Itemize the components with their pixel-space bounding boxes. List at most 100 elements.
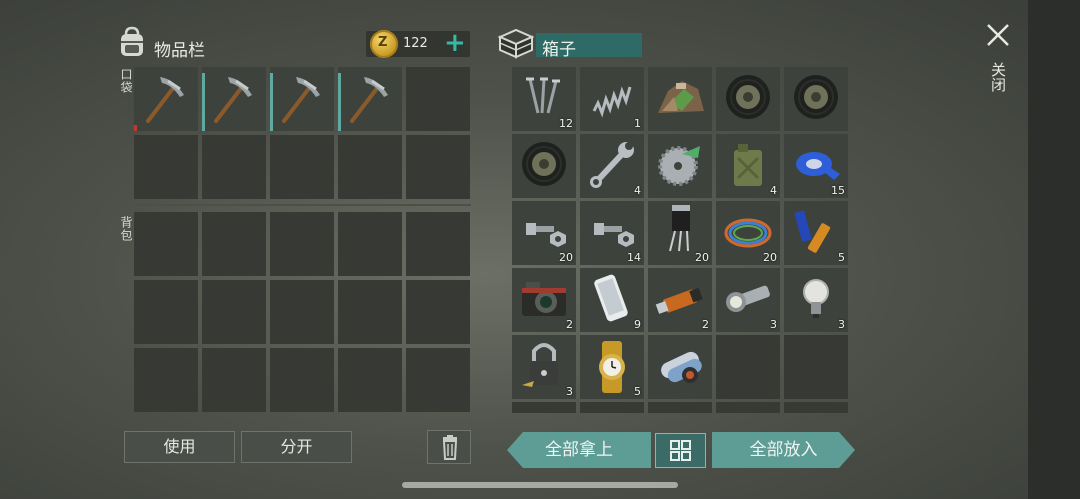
box-slot[interactable] [512,134,576,198]
pocket-slot[interactable] [134,135,198,199]
item-quantity: 3 [838,318,845,331]
item-quantity: 3 [566,385,573,398]
sort-grid-button[interactable] [655,433,706,468]
durability-bar [338,73,341,131]
discard-button[interactable] [427,430,471,464]
box-slot[interactable]: 2 [512,268,576,332]
maps-bundle-icon [661,351,702,383]
backpack-slot[interactable] [270,348,334,412]
pocket-slot[interactable] [270,135,334,199]
box-slot[interactable]: 3 [716,268,780,332]
durability-bar [202,73,205,131]
backpack-slot[interactable] [270,280,334,344]
close-label[interactable]: 关闭 [988,62,1009,92]
item-quantity: 2 [702,318,709,331]
item-quantity: 3 [770,318,777,331]
box-slot[interactable]: 4 [580,134,644,198]
box-slot[interactable] [580,402,644,413]
backpack-slot[interactable] [338,280,402,344]
box-slot[interactable]: 3 [784,268,848,332]
pickaxe-icon [146,77,184,123]
item-quantity: 4 [770,184,777,197]
pickaxe-icon [350,77,388,123]
durability-bar [134,125,137,131]
box-slot[interactable]: 5 [580,335,644,399]
box-slot[interactable] [716,67,780,131]
backpack-slot[interactable] [338,348,402,412]
box-slot[interactable]: 2 [648,268,712,332]
backpack-grid [134,212,470,412]
inventory-title: 物品栏 [154,41,205,61]
home-indicator [402,482,678,488]
pocket-slot[interactable] [338,67,402,131]
box-scroll-area[interactable]: 12 1 4 4 15 20 14 20 20 5 2 9 2 3 3 3 5 [512,67,850,413]
backpack-slot[interactable] [202,280,266,344]
box-slot[interactable] [648,335,712,399]
box-slot[interactable]: 4 [716,134,780,198]
pocket-slot[interactable] [134,67,198,131]
box-title-field[interactable]: 箱子 [536,33,642,60]
use-button[interactable]: 使用 [124,431,235,463]
add-coins-button[interactable]: + [444,28,466,58]
tire-icon [794,75,838,119]
pocket-slot[interactable] [338,135,402,199]
coin-balance: Z 122 + [366,28,470,58]
box-slot[interactable] [716,402,780,413]
pocket-slot[interactable] [202,67,266,131]
put-all-button[interactable]: 全部放入 [712,432,855,468]
box-slot[interactable] [784,402,848,413]
pocket-slot[interactable] [406,135,470,199]
pocket-slot[interactable] [202,135,266,199]
item-quantity: 1 [634,117,641,130]
box-slot[interactable] [648,402,712,413]
backpack-slot[interactable] [406,212,470,276]
box-slot[interactable]: 15 [784,134,848,198]
pocket-grid [134,67,470,199]
box-slot[interactable]: 3 [512,335,576,399]
box-slot[interactable] [648,67,712,131]
backpack-slot[interactable] [338,212,402,276]
backpack-slot[interactable] [202,348,266,412]
take-all-button[interactable]: 全部拿上 [507,432,651,468]
pocket-slot[interactable] [270,67,334,131]
backpack-icon [121,26,143,56]
backpack-slot[interactable] [202,212,266,276]
box-slot[interactable]: 14 [580,201,644,265]
box-slot[interactable]: 20 [512,201,576,265]
box-title: 箱子 [542,40,576,60]
item-quantity: 2 [566,318,573,331]
section-divider [134,204,471,206]
backpack-slot[interactable] [270,212,334,276]
box-slot[interactable] [784,67,848,131]
box-slot[interactable]: 12 [512,67,576,131]
coin-value: 122 [403,36,428,51]
pickaxe-icon [214,77,252,123]
box-slot[interactable]: 1 [580,67,644,131]
box-grid: 12 1 4 4 15 20 14 20 20 5 2 9 2 3 3 3 5 [512,67,848,413]
backpack-slot[interactable] [406,280,470,344]
item-quantity: 5 [634,385,641,398]
box-slot[interactable]: 20 [716,201,780,265]
box-slot[interactable] [648,134,712,198]
item-quantity: 9 [634,318,641,331]
box-slot[interactable] [784,335,848,399]
backpack-label: 背包 [119,216,133,242]
item-quantity: 14 [627,251,641,264]
item-quantity: 5 [838,251,845,264]
pickaxe-icon [282,77,320,123]
box-slot[interactable] [512,402,576,413]
split-button[interactable]: 分开 [241,431,352,463]
box-slot[interactable]: 9 [580,268,644,332]
backpack-slot[interactable] [406,348,470,412]
backpack-slot[interactable] [134,280,198,344]
backpack-slot[interactable] [134,348,198,412]
box-slot[interactable] [716,335,780,399]
box-slot[interactable]: 20 [648,201,712,265]
box-slot[interactable]: 5 [784,201,848,265]
saw-blade-icon [658,146,700,186]
pocket-slot[interactable] [406,67,470,131]
grid-icon [670,440,691,461]
backpack-slot[interactable] [134,212,198,276]
durability-bar [270,73,273,131]
close-icon[interactable] [985,22,1011,48]
